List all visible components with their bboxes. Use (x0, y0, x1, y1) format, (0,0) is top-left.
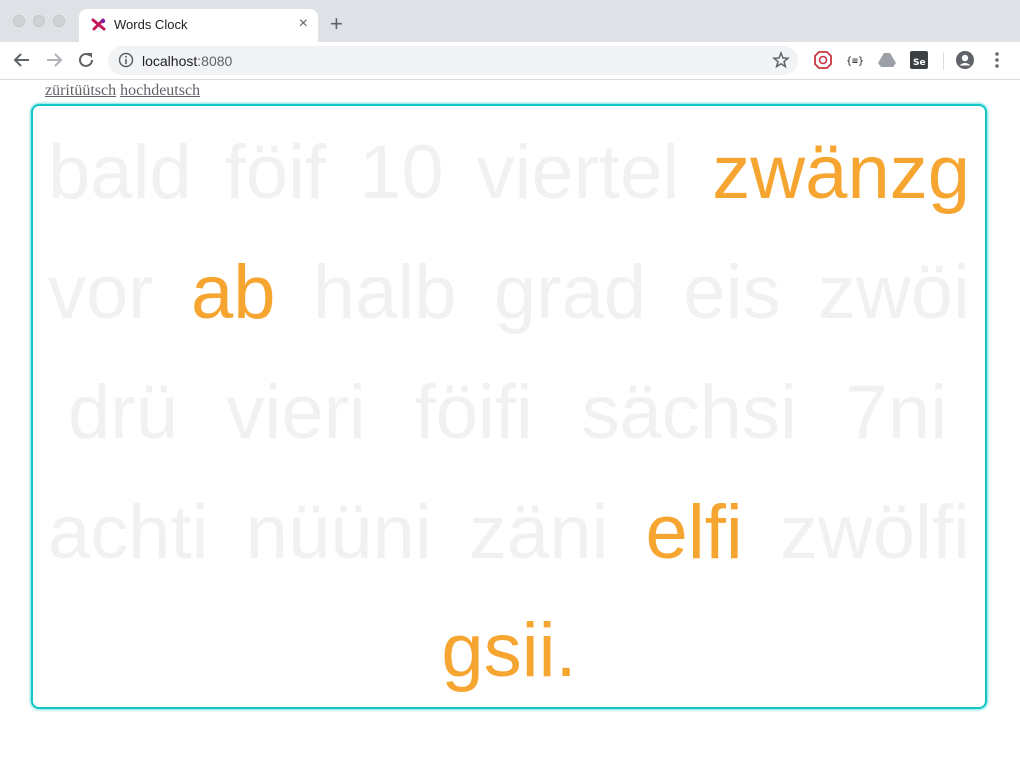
kebab-menu-icon[interactable] (987, 50, 1007, 70)
clock-word: halb (312, 250, 457, 335)
clock-row-1: bald föif 10 viertel zwänzg (48, 128, 970, 218)
selenium-extension-icon[interactable]: Se (909, 50, 929, 70)
clock-word-active: ab (190, 250, 276, 335)
clock-word: vor (48, 250, 154, 335)
browser-toolbar: localhost:8080 {≡} Se (0, 42, 1020, 80)
clock-word: drü (68, 370, 178, 455)
address-bar[interactable]: localhost:8080 (108, 46, 798, 75)
words-clock-favicon-icon (91, 18, 106, 31)
clock-row-2: vor ab halb grad eis zwöi (48, 248, 970, 338)
clock-word: sächsi (581, 370, 797, 455)
url-text: localhost:8080 (142, 53, 232, 69)
clock-word: achti (48, 490, 209, 575)
window-zoom-control[interactable] (53, 15, 65, 27)
clock-word: bald (48, 130, 192, 215)
clock-row-5: gsii. (48, 606, 970, 696)
reload-icon[interactable] (75, 49, 97, 71)
clock-word: viertel (476, 130, 680, 215)
clock-word: grad (493, 250, 647, 335)
clock-word: föif (224, 130, 327, 215)
lang-link-hochdeutsch[interactable]: hochdeutsch (120, 82, 200, 99)
new-tab-button[interactable]: + (330, 13, 343, 35)
url-host: localhost (142, 53, 198, 69)
back-arrow-icon[interactable] (11, 49, 33, 71)
drive-extension-icon[interactable] (877, 50, 897, 70)
clock-row-3: drü vieri föifi sächsi 7ni (68, 368, 947, 458)
clock-word: 7ni (845, 370, 947, 455)
ublock-extension-icon[interactable] (813, 50, 833, 70)
clock-word-active: gsii. (441, 608, 577, 693)
forward-arrow-icon[interactable] (43, 49, 65, 71)
clock-row-4: achti nüüni zäni elfi zwölfi (48, 488, 970, 578)
lang-link-zuritutsch[interactable]: züritüütsch (45, 82, 116, 99)
svg-text:{≡}: {≡} (846, 56, 864, 67)
json-extension-icon[interactable]: {≡} (845, 50, 865, 70)
window-minimize-control[interactable] (33, 15, 45, 27)
toolbar-divider (943, 52, 944, 70)
clock-word: zwöi (817, 250, 970, 335)
clock-word: zäni (468, 490, 609, 575)
svg-text:Se: Se (913, 58, 926, 68)
clock-word: eis (683, 250, 781, 335)
url-port: :8080 (197, 53, 233, 69)
clock-word: zwölfi (779, 490, 970, 575)
tab-title: Words Clock (114, 17, 188, 32)
window-close-control[interactable] (13, 15, 25, 27)
clock-word-active: zwänzg (712, 130, 970, 215)
profile-avatar-icon[interactable] (955, 50, 975, 70)
tab-strip: Words Clock × + (0, 0, 1020, 42)
clock-word: föifi (414, 370, 533, 455)
site-info-icon[interactable] (118, 52, 134, 68)
clock-word: vieri (226, 370, 366, 455)
browser-tab[interactable]: Words Clock × (79, 9, 318, 42)
word-clock-panel: bald föif 10 viertel zwänzg vor ab halb … (31, 104, 987, 709)
language-switcher: züritüütsch hochdeutsch (45, 82, 204, 100)
clock-word-active: elfi (645, 490, 743, 575)
clock-word: 10 (359, 130, 444, 215)
tab-close-icon[interactable]: × (299, 15, 308, 33)
bookmark-star-icon[interactable] (772, 51, 790, 69)
clock-word: nüüni (245, 490, 432, 575)
